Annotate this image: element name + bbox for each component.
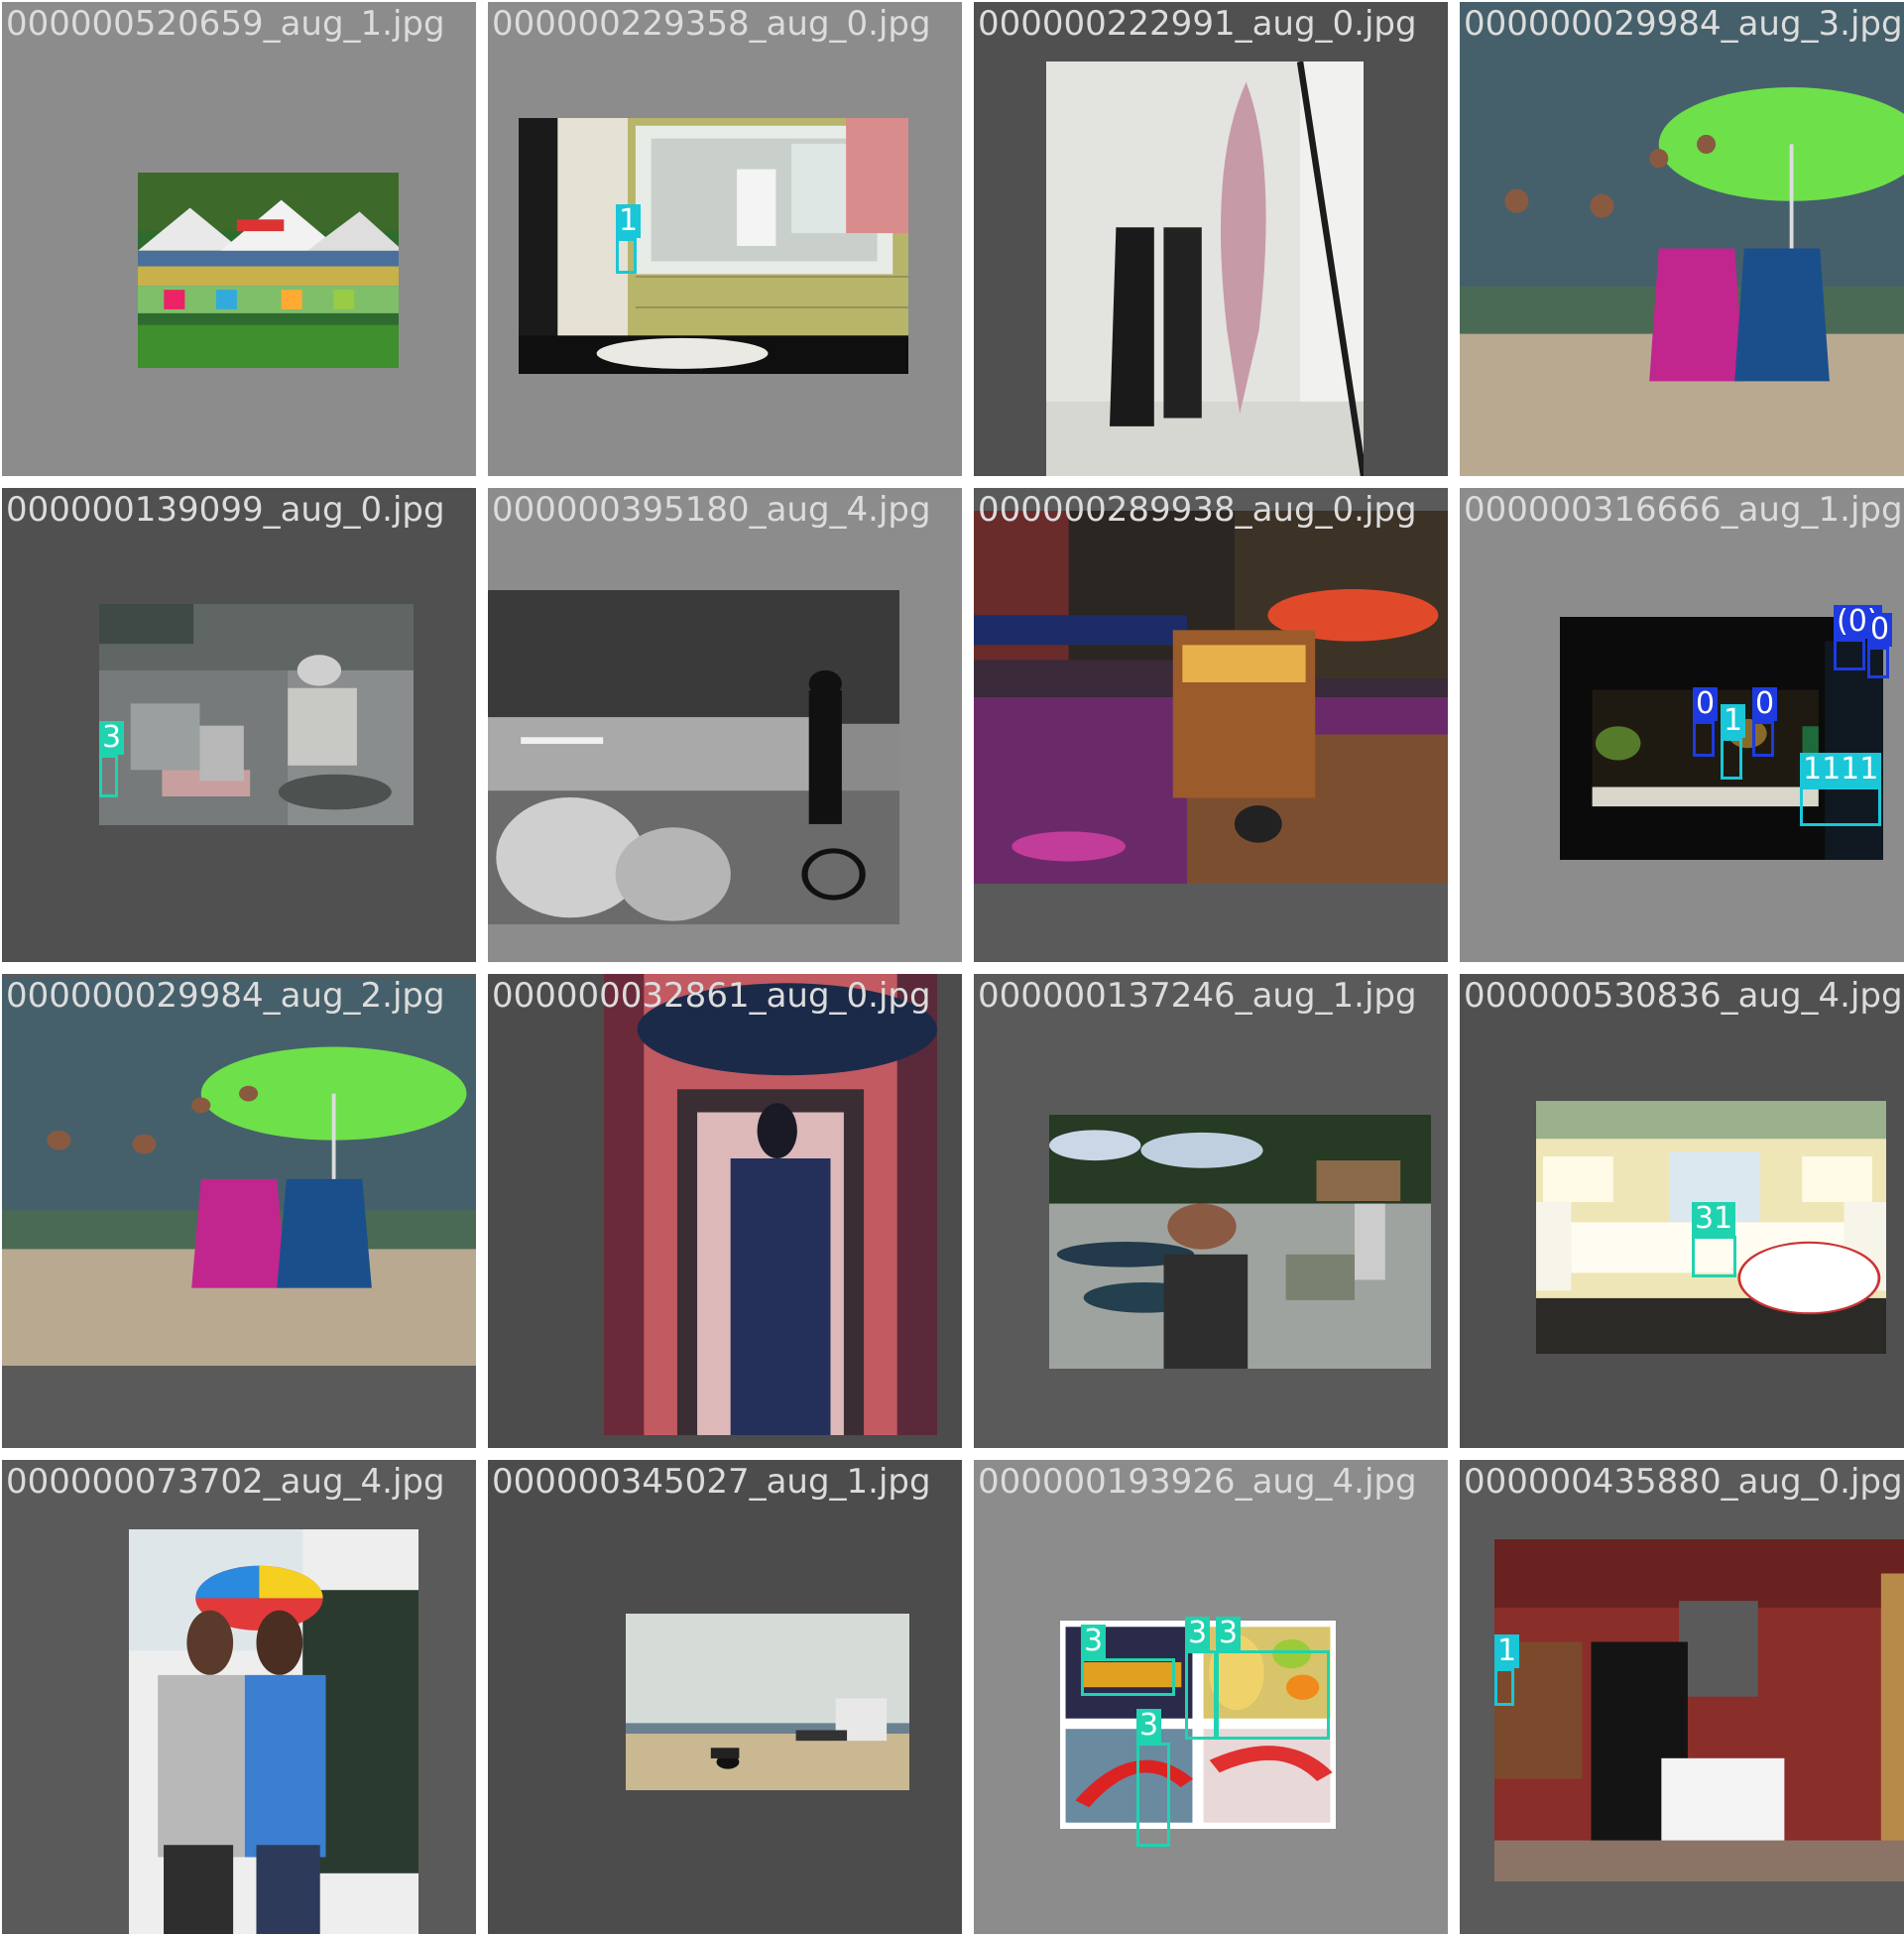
augmented-photo: [138, 173, 399, 368]
augmentation-mosaic: 000000520659_aug_1.jpg 1 000000229358_aug…: [0, 0, 1904, 1934]
tile-filename: 000000032861_aug_0.jpg: [492, 976, 931, 1016]
detection-label: 1: [1721, 704, 1746, 738]
detection-label: 1: [616, 204, 642, 238]
augmented-photo: [1460, 2, 1904, 476]
photo-art: [1049, 1115, 1431, 1369]
detection-box: [1692, 1236, 1736, 1277]
mosaic-tile: 000000029984_aug_3.jpg: [1460, 2, 1904, 476]
tile-filename: 000000193926_aug_4.jpg: [978, 1462, 1417, 1502]
mosaic-tile: 000000222991_aug_0.jpg: [974, 2, 1448, 476]
detection-box: [1693, 721, 1715, 757]
tile-filename: 000000289938_aug_0.jpg: [978, 490, 1417, 530]
detection-label: 3: [99, 721, 125, 755]
tile-filename: 000000029984_aug_2.jpg: [6, 976, 445, 1016]
detection-box: [1216, 1650, 1330, 1740]
mosaic-tile: 31 000000530836_aug_4.jpg: [1460, 974, 1904, 1448]
mosaic-tile: 3 000000139099_aug_0.jpg: [2, 488, 476, 962]
tile-filename: 000000316666_aug_1.jpg: [1464, 490, 1903, 530]
detection-box: [1081, 1658, 1175, 1696]
tile-filename: 000000435880_aug_0.jpg: [1464, 1462, 1903, 1502]
mosaic-tile: 000000137246_aug_1.jpg: [974, 974, 1448, 1448]
detection-label: 0: [1752, 687, 1778, 721]
detection-box: [1721, 738, 1742, 780]
photo-art: [99, 604, 414, 825]
detection-label: 0: [1867, 613, 1893, 647]
augmented-photo: [129, 1529, 418, 1934]
photo-art: [1046, 61, 1364, 476]
augmented-photo: [488, 590, 899, 924]
tile-filename: 000000222991_aug_0.jpg: [978, 4, 1417, 44]
photo-art: [488, 590, 899, 924]
mosaic-tile: 000000520659_aug_1.jpg: [2, 2, 476, 476]
augmented-photo: [1049, 1115, 1431, 1369]
photo-art: [626, 1614, 909, 1790]
mosaic-tile: 000000032861_aug_0.jpg: [488, 974, 962, 1448]
mosaic-tile: 1 000000435880_aug_0.jpg: [1460, 1460, 1904, 1934]
detection-label: 3: [1185, 1617, 1211, 1650]
detection-label: 3: [1081, 1625, 1107, 1658]
tile-filename: 000000345027_aug_1.jpg: [492, 1462, 931, 1502]
photo-art: [519, 118, 908, 374]
mosaic-tile: 000000073702_aug_4.jpg: [2, 1460, 476, 1934]
tile-filename: 000000073702_aug_4.jpg: [6, 1462, 445, 1502]
photo-art: [604, 974, 937, 1435]
augmented-photo: [519, 118, 908, 374]
detection-box: [1185, 1650, 1217, 1740]
tile-filename: 000000395180_aug_4.jpg: [492, 490, 931, 530]
tile-filename: 000000229358_aug_0.jpg: [492, 4, 931, 44]
mosaic-tile: 1 000000229358_aug_0.jpg: [488, 2, 962, 476]
mosaic-tile: (0) 0 0 0 1 1111 000000316666_aug_1.jpg: [1460, 488, 1904, 962]
augmented-photo: [99, 604, 414, 825]
photo-art: [1494, 1539, 1904, 1881]
photo-art: [1460, 2, 1904, 476]
detection-label: 3: [1216, 1617, 1242, 1650]
detection-box: [1800, 786, 1881, 826]
tile-filename: 000000029984_aug_3.jpg: [1464, 4, 1903, 44]
mosaic-tile: 3 3 3 3 000000193926_aug_4.jpg: [974, 1460, 1448, 1934]
mosaic-tile: 000000289938_aug_0.jpg: [974, 488, 1448, 962]
detection-box: [1136, 1743, 1170, 1847]
detection-label: 1: [1494, 1634, 1520, 1668]
mosaic-tile: 000000345027_aug_1.jpg: [488, 1460, 962, 1934]
detection-box: [99, 755, 118, 797]
tile-filename: 000000139099_aug_0.jpg: [6, 490, 445, 530]
tile-filename: 000000520659_aug_1.jpg: [6, 4, 445, 44]
detection-box: [1494, 1668, 1514, 1706]
photo-art: [129, 1529, 418, 1934]
augmented-photo: [2, 977, 476, 1366]
detection-label: 3: [1136, 1709, 1162, 1743]
detection-box: [1752, 721, 1774, 757]
augmented-photo: [1494, 1539, 1904, 1881]
detection-label: 1111: [1800, 753, 1882, 786]
photo-art: [138, 173, 399, 368]
detection-label: 0: [1693, 687, 1719, 721]
mosaic-tile: 000000029984_aug_2.jpg: [2, 974, 476, 1448]
tile-filename: 000000530836_aug_4.jpg: [1464, 976, 1903, 1016]
photo-art: [2, 977, 476, 1366]
detection-box: [1867, 647, 1889, 678]
detection-box: [1834, 639, 1865, 670]
mosaic-tile: 000000395180_aug_4.jpg: [488, 488, 962, 962]
detection-box: [616, 238, 637, 274]
tile-filename: 000000137246_aug_1.jpg: [978, 976, 1417, 1016]
augmented-photo: [604, 974, 937, 1435]
augmented-photo: [974, 511, 1448, 884]
detection-label: 31: [1692, 1202, 1736, 1236]
augmented-photo: [626, 1614, 909, 1790]
augmented-photo: [1046, 61, 1364, 476]
photo-art: [974, 511, 1448, 884]
